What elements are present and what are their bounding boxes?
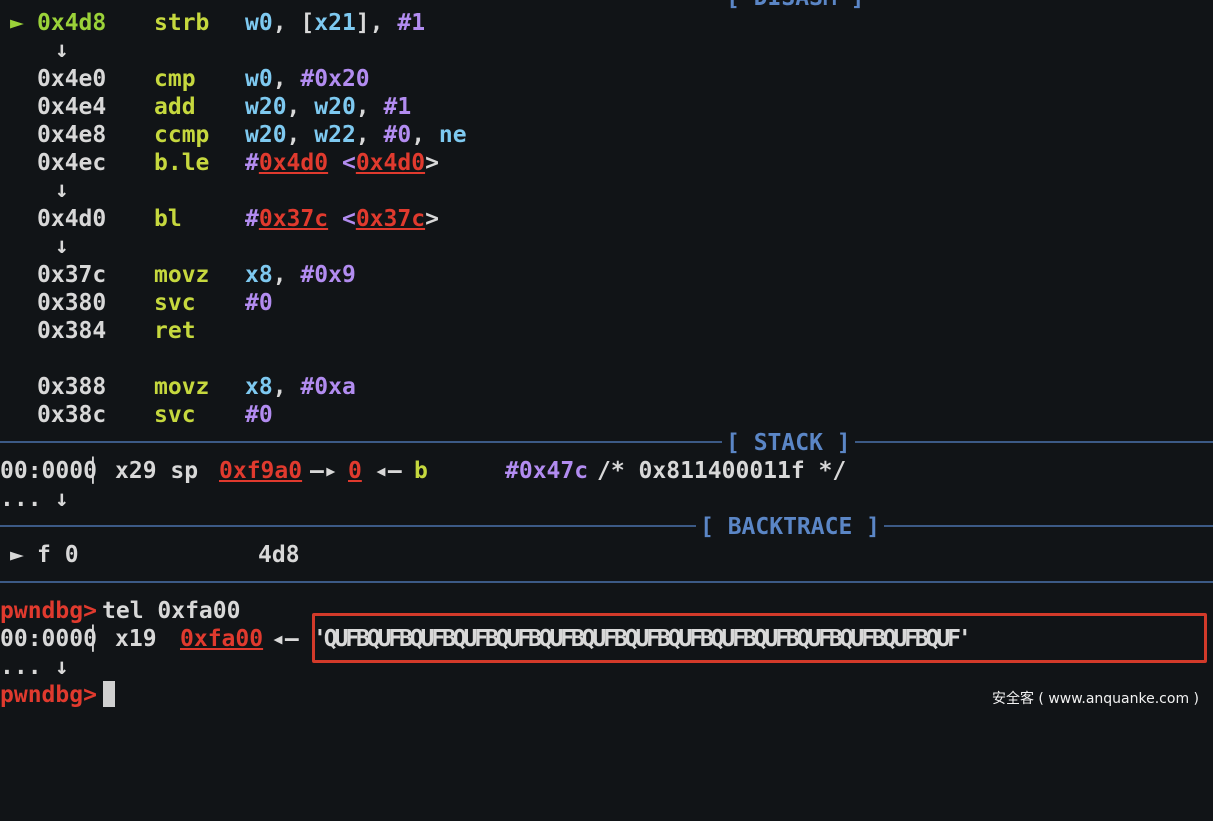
flow-arrow-icon: ↓ [55,177,69,203]
disasm-row[interactable]: 0x4e0 cmp w0, #0x20 [0,65,370,93]
instruction-operands: x8, #0xa [245,374,356,400]
flow-arrow-icon: ↓ [55,486,69,512]
instruction-address: 0x4d8 [37,10,107,36]
instruction-operands: w20, w22, #0, ne [245,122,467,148]
frame-marker-icon: ► [10,542,24,568]
instruction-operands: w20, w20, #1 [245,94,412,120]
instruction-operands: #0 [245,290,273,316]
terminal-cursor[interactable] [103,681,115,707]
stack-registers: x29 sp [115,458,199,484]
disasm-row[interactable]: 0x4e4 add w20, w20, #1 [0,93,411,121]
symbol-arrow-icon: ◂— [271,626,299,652]
disasm-row[interactable]: 0x388 movz x8, #0xa [0,373,356,401]
stack-separator [0,441,1213,443]
stack-ellipsis: ... [0,486,42,512]
disasm-section-title: [ DISASM ] [722,0,869,12]
watermark: 安全客 ( www.anquanke.com ) [991,691,1199,707]
instruction-operands: #0x37c <0x37c> [245,206,439,232]
command-text: tel 0xfa00 [102,598,241,624]
pwndbg-prompt: pwndbg> [0,598,97,624]
branch-target-link[interactable]: 0x37c [259,206,328,232]
column-divider: │ [86,626,100,652]
instruction-address: 0x37c [37,262,107,288]
stack-comment: /* 0x811400011f */ [597,458,847,484]
console-separator [0,581,1213,583]
telescope-register: x19 [115,626,157,652]
telescope-ellipsis: ... [0,654,42,680]
instruction-address: 0x384 [37,318,107,344]
branch-target-symbol-link[interactable]: 0x37c [356,206,425,232]
stack-ellipsis-row: ... ↓ [0,485,69,513]
telescope-offset: 00:0000 [0,626,97,652]
instruction-address: 0x38c [37,402,107,428]
stack-section-title: [ STACK ] [722,429,855,457]
backtrace-section-title: [ BACKTRACE ] [696,513,885,541]
disasm-row[interactable]: 0x384 ret [0,317,196,345]
stack-address-link[interactable]: 0xf9a0 [219,457,302,485]
flow-arrow-icon: ↓ [55,37,69,63]
current-instruction-marker-icon: ► [10,10,24,36]
instruction-mnemonic: b.le [154,150,210,176]
backtrace-separator [0,525,1213,527]
branch-target-symbol-link[interactable]: 0x4d0 [356,150,425,176]
instruction-operands: #0x4d0 <0x4d0> [245,150,439,176]
deref-arrow-icon: —▸ [310,458,338,484]
instruction-mnemonic: movz [154,374,210,400]
stack-symbol: b [414,458,428,484]
instruction-mnemonic: cmp [154,66,196,92]
instruction-mnemonic: movz [154,262,210,288]
stack-row[interactable]: 00:0000 │ x29 sp 0xf9a0 —▸ 0 ◂— b #0x47c… [0,457,846,485]
instruction-operands: #0 [245,402,273,428]
branch-target-link[interactable]: 0x4d0 [259,150,328,176]
disasm-row[interactable]: 0x4e8 ccmp w20, w22, #0, ne [0,121,467,149]
pwndbg-prompt: pwndbg> [0,682,97,708]
instruction-mnemonic: ccmp [154,122,210,148]
command-line: pwndbg> tel 0xfa00 [0,597,240,625]
flow-arrow-icon: ↓ [55,233,69,259]
instruction-address: 0x4d0 [37,206,107,232]
column-divider: │ [86,458,100,484]
disasm-row[interactable]: 0x380 svc #0 [0,289,273,317]
symbol-arrow-icon: ◂— [374,458,402,484]
frame-address: 4d8 [258,542,300,568]
stack-offset: 00:0000 [0,458,97,484]
stack-value-link[interactable]: 0 [348,457,362,485]
instruction-address: 0x4e4 [37,94,107,120]
instruction-operands: x8, #0x9 [245,262,356,288]
instruction-mnemonic: bl [154,206,182,232]
instruction-mnemonic: svc [154,290,196,316]
telescope-address-link[interactable]: 0xfa00 [180,625,263,653]
disasm-row[interactable]: 0x38c svc #0 [0,401,273,429]
instruction-mnemonic: ret [154,318,196,344]
telescope-row[interactable]: 00:0000 │ x19 0xfa00 ◂— 'QUFBQUFBQUFBQUF… [0,625,972,653]
instruction-address: 0x4e8 [37,122,107,148]
instruction-address: 0x4e0 [37,66,107,92]
instruction-operands: w0, [x21], #1 [245,10,426,36]
disasm-row[interactable]: 0x37c movz x8, #0x9 [0,261,356,289]
disasm-row[interactable]: 0x4d0 bl #0x37c <0x37c> [0,205,439,233]
instruction-mnemonic: strb [154,10,210,36]
disasm-current-row[interactable]: ► 0x4d8 strb w0, [x21], #1 [0,9,425,37]
instruction-address: 0x380 [37,290,107,316]
disasm-row[interactable]: 0x4ec b.le #0x4d0 <0x4d0> [0,149,439,177]
instruction-address: 0x388 [37,374,107,400]
instruction-mnemonic: add [154,94,196,120]
input-line[interactable]: pwndbg> [0,681,97,709]
backtrace-frame-row[interactable]: ► f 0 4d8 [0,541,300,569]
instruction-mnemonic: svc [154,402,196,428]
highlight-box [312,613,1207,663]
flow-arrow-icon: ↓ [55,654,69,680]
stack-immediate: #0x47c [505,458,589,484]
frame-index: f 0 [37,542,79,568]
instruction-address: 0x4ec [37,150,107,176]
instruction-operands: w0, #0x20 [245,66,370,92]
telescope-ellipsis-row: ... ↓ [0,653,69,681]
